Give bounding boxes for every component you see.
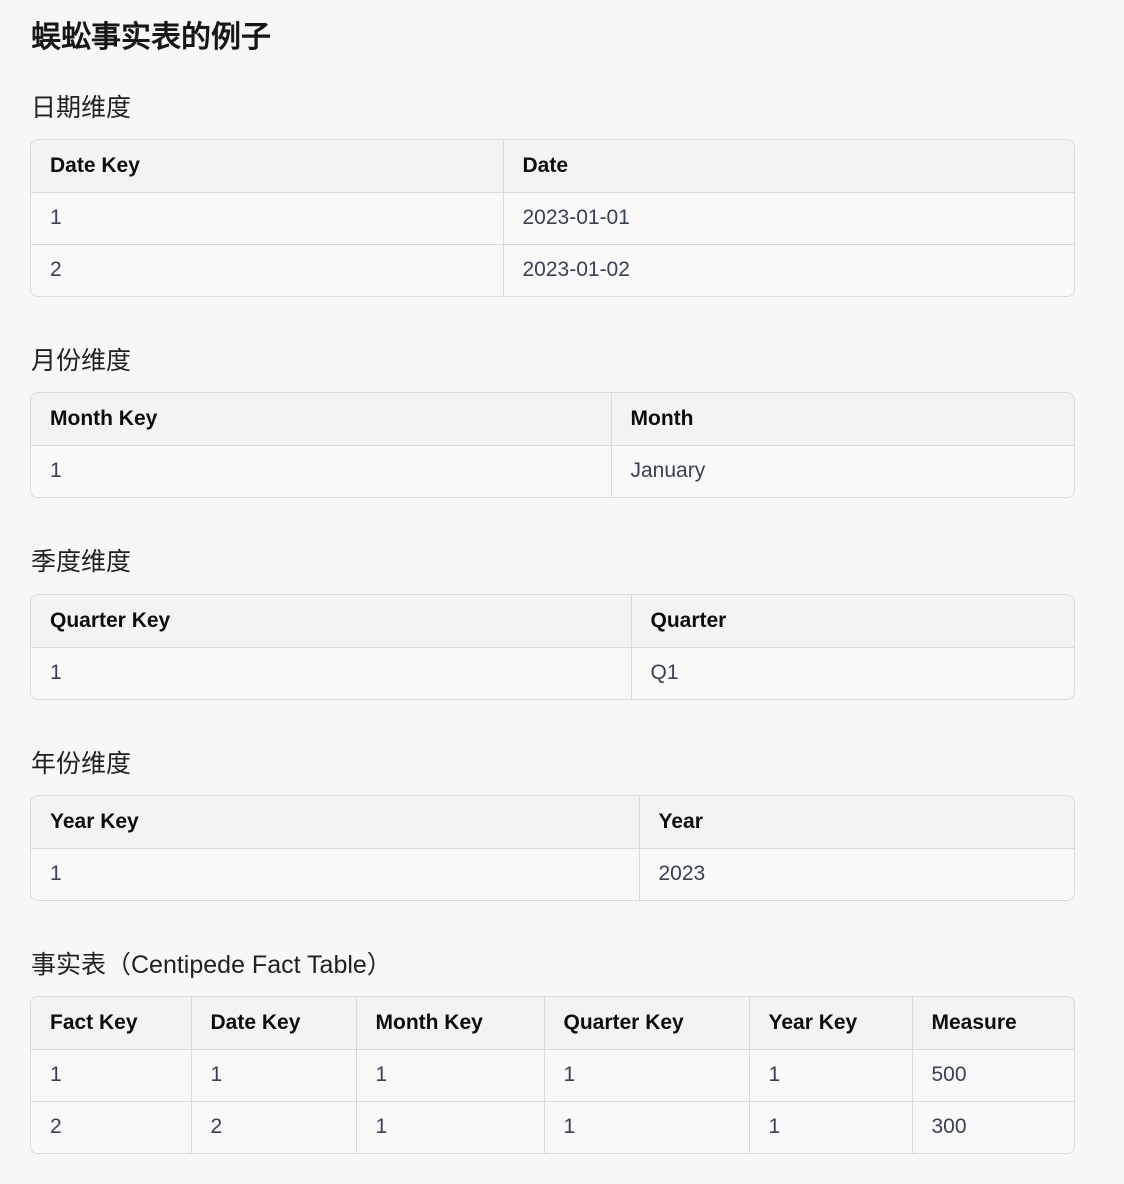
table-header-row: Fact Key Date Key Month Key Quarter Key …: [31, 997, 1074, 1050]
column-header: Year Key: [749, 997, 913, 1050]
table-cell: 1: [31, 445, 612, 497]
table-cell: 1: [31, 647, 632, 699]
table-cell: 1: [31, 192, 504, 245]
column-header: Month Key: [31, 393, 612, 446]
month-dimension-table: Month Key Month 1 January: [30, 392, 1075, 498]
column-header: Month: [611, 393, 1074, 446]
year-dimension-table: Year Key Year 1 2023: [30, 795, 1075, 901]
table-cell: Q1: [631, 647, 1074, 699]
table-row: 1 1 1 1 1 500: [31, 1049, 1074, 1102]
section-heading-month-dimension: 月份维度: [31, 347, 132, 375]
table-row: 1 Q1: [31, 647, 1074, 699]
column-header: Quarter Key: [31, 595, 632, 648]
table-header-row: Month Key Month: [31, 393, 1074, 446]
column-header: Date: [503, 140, 1074, 193]
section-heading-fact-table: 事实表（Centipede Fact Table）: [31, 951, 392, 979]
table-cell: 2: [31, 244, 504, 296]
table-row: 2 2023-01-02: [31, 244, 1074, 296]
table-cell: January: [611, 445, 1074, 497]
page: 蜈蚣事实表的例子 日期维度 Date Key Date 1 2023-01-01…: [0, 0, 1124, 1184]
table-header-row: Date Key Date: [31, 140, 1074, 193]
fact-table: Fact Key Date Key Month Key Quarter Key …: [30, 996, 1075, 1154]
table-cell: 2023: [639, 848, 1074, 900]
table-cell: 2023-01-01: [503, 192, 1074, 245]
column-header: Date Key: [31, 140, 504, 193]
table-row: 2 2 1 1 1 300: [31, 1101, 1074, 1153]
table-cell: 1: [356, 1101, 545, 1153]
table-cell: 2: [31, 1101, 192, 1153]
table-row: 1 2023: [31, 848, 1074, 900]
column-header: Quarter Key: [544, 997, 750, 1050]
table-cell: 500: [912, 1049, 1074, 1102]
table-row: 1 2023-01-01: [31, 192, 1074, 245]
quarter-dimension-table: Quarter Key Quarter 1 Q1: [30, 594, 1075, 700]
column-header: Measure: [912, 997, 1074, 1050]
table-cell: 2023-01-02: [503, 244, 1074, 296]
section-heading-date-dimension: 日期维度: [31, 94, 132, 122]
column-header: Year Key: [31, 796, 640, 849]
table-cell: 1: [356, 1049, 545, 1102]
table-header-row: Quarter Key Quarter: [31, 595, 1074, 648]
column-header: Quarter: [631, 595, 1074, 648]
table-cell: 1: [31, 1049, 192, 1102]
table-cell: 1: [544, 1101, 750, 1153]
table-cell: 1: [191, 1049, 357, 1102]
table-cell: 1: [749, 1049, 913, 1102]
page-title: 蜈蚣事实表的例子: [31, 21, 271, 54]
table-cell: 2: [191, 1101, 357, 1153]
column-header: Month Key: [356, 997, 545, 1050]
column-header: Year: [639, 796, 1074, 849]
column-header: Date Key: [191, 997, 357, 1050]
table-cell: 1: [31, 848, 640, 900]
table-cell: 1: [749, 1101, 913, 1153]
section-heading-quarter-dimension: 季度维度: [31, 548, 132, 576]
date-dimension-table: Date Key Date 1 2023-01-01 2 2023-01-02: [30, 139, 1075, 297]
table-cell: 300: [912, 1101, 1074, 1153]
table-header-row: Year Key Year: [31, 796, 1074, 849]
table-cell: 1: [544, 1049, 750, 1102]
section-heading-year-dimension: 年份维度: [31, 750, 132, 778]
table-row: 1 January: [31, 445, 1074, 497]
column-header: Fact Key: [31, 997, 192, 1050]
